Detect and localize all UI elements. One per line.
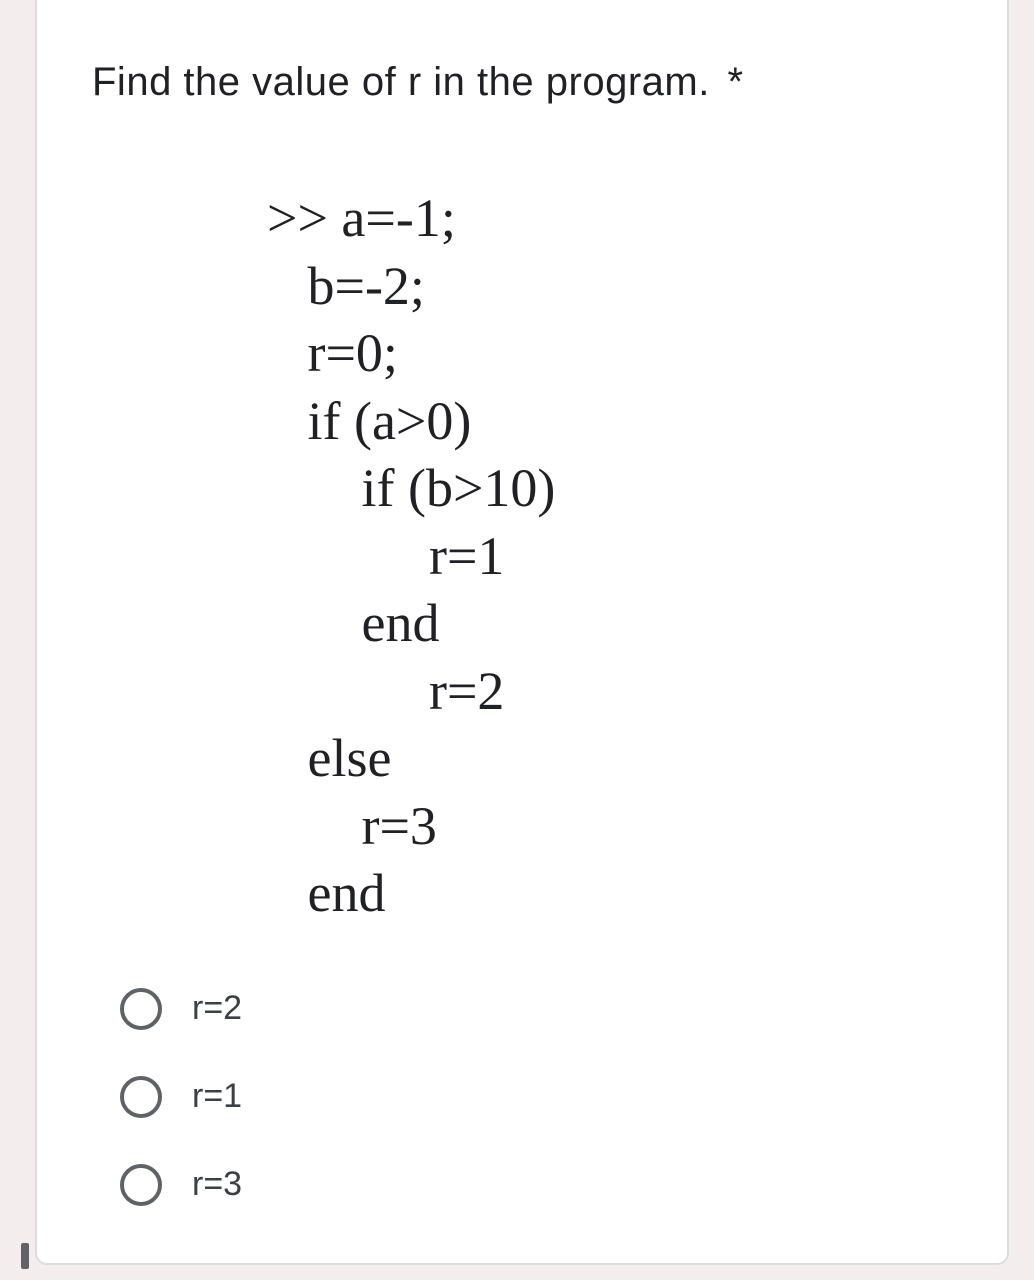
code-line: if (b>10) bbox=[267, 455, 952, 523]
code-line: r=0; bbox=[267, 320, 952, 388]
edge-mark bbox=[21, 1243, 29, 1269]
option-label: r=1 bbox=[192, 1077, 242, 1116]
question-card: Find the value of r in the program. * >>… bbox=[35, 0, 1009, 1265]
code-line: r=3 bbox=[267, 793, 952, 861]
code-line: else bbox=[267, 725, 952, 793]
question-text: Find the value of r in the program. bbox=[92, 60, 710, 104]
option-r1[interactable]: r=1 bbox=[120, 1076, 952, 1118]
code-line: >> a=-1; bbox=[267, 185, 952, 253]
radio-icon bbox=[120, 1164, 162, 1206]
option-r2[interactable]: r=2 bbox=[120, 988, 952, 1030]
option-label: r=3 bbox=[192, 1165, 242, 1204]
code-line: end bbox=[267, 860, 952, 928]
code-line: r=1 bbox=[267, 523, 952, 591]
code-line: b=-2; bbox=[267, 253, 952, 321]
option-label: r=2 bbox=[192, 989, 242, 1028]
options-group: r=2 r=1 r=3 bbox=[120, 988, 952, 1206]
code-line: end bbox=[267, 590, 952, 658]
radio-icon bbox=[120, 988, 162, 1030]
radio-icon bbox=[120, 1076, 162, 1118]
code-line: r=2 bbox=[267, 658, 952, 726]
required-asterisk: * bbox=[727, 60, 743, 104]
code-block: >> a=-1; b=-2; r=0; if (a>0) if (b>10) r… bbox=[267, 185, 952, 928]
question-text-line: Find the value of r in the program. * bbox=[92, 60, 952, 105]
code-line: if (a>0) bbox=[267, 388, 952, 456]
option-r3[interactable]: r=3 bbox=[120, 1164, 952, 1206]
